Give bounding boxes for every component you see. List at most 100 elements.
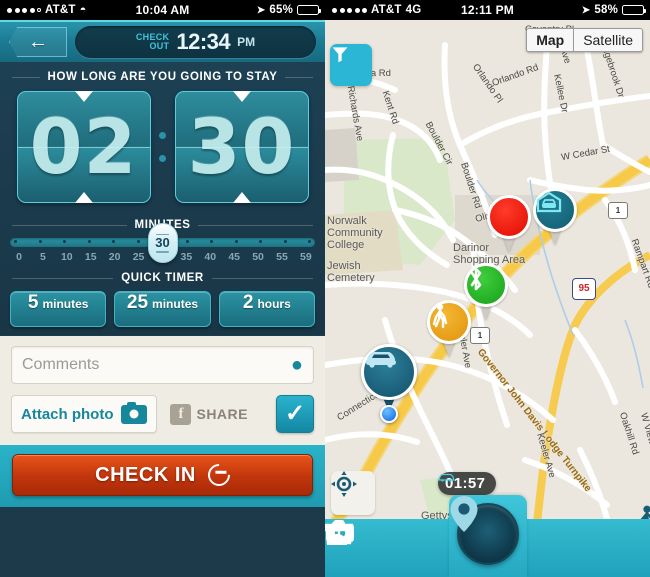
checkout-ampm: PM [237,35,256,49]
filter-button[interactable] [330,44,372,86]
hours-decrement-icon[interactable] [74,192,93,203]
person-icon [327,520,347,545]
left-phone-screen: AT&T ◓ 10:04 AM ➤ 65% ← CHECK OUT 12:34 [0,0,325,577]
left-status-bar: AT&T ◓ 10:04 AM ➤ 65% [0,0,325,20]
duration-title-row: HOW LONG ARE YOU GOING TO STAY [0,71,325,83]
tick-label: 45 [228,251,240,263]
check-in-button[interactable]: CHECK IN [12,454,313,496]
facebook-share-toggle[interactable]: f SHARE [170,403,248,425]
red-dot-icon [487,195,531,239]
rule-right-2 [198,224,314,226]
back-button[interactable]: ← [9,27,67,57]
slider-knob[interactable]: 30 [147,223,178,263]
location-arrow-icon: ➤ [256,4,266,16]
checkout-time-display[interactable]: CHECK OUT 12:34 PM [75,26,316,58]
left-footer: CHECK IN [0,445,325,507]
tick-label: 5 [39,251,46,263]
pedestrian-pin[interactable] [427,300,471,358]
battery-icon [622,5,646,15]
form-actions-row: Attach photo f SHARE ✓ [11,395,314,433]
hours-increment-icon[interactable] [74,91,93,102]
crosshair-icon [331,471,357,497]
battery-icon [297,5,321,15]
quick-timer-2-hours[interactable]: 2 hours [218,291,315,327]
flip-clock: 02 30 [0,91,325,203]
garage-pin[interactable] [533,188,577,246]
minutes-decrement-icon[interactable] [232,192,251,203]
minutes-slider[interactable]: 30 [10,223,315,263]
checkmark-icon: ✓ [284,400,306,427]
duration-title: HOW LONG ARE YOU GOING TO STAY [47,71,278,83]
filter-funnel-icon [332,47,348,63]
right-status-bar: AT&T 4G 12:11 PM ➤ 58% [325,0,650,20]
status-time: 12:11 PM [461,3,514,17]
facebook-icon: f [170,403,192,425]
tick-label: 10 [60,251,73,263]
map-pin-icon[interactable]: ● [291,355,303,375]
tick-label: 20 [108,251,121,263]
tick-label: 25 [132,251,145,263]
comments-placeholder: Comments [22,356,100,373]
minutes-slider-section: MINUTES 30 0 5 10 [0,203,325,263]
rule-right [285,76,314,78]
tick-label: 40 [204,251,217,263]
rule-left-2 [12,224,127,226]
rule-left-3 [12,277,114,279]
parking-timer-badge[interactable]: 01:57 [438,472,497,495]
slider-value: 30 [155,235,170,250]
car-icon [438,473,455,482]
rule-left [12,76,40,78]
flip-colon [151,132,175,162]
checkin-form: Comments ● Attach photo f SHARE ✓ [0,335,325,445]
left-header: ← CHECK OUT 12:34 PM [0,20,325,62]
quick-timer-buttons: 5 minutes 25 minutes 2 hours [0,291,325,327]
tick-label: 35 [180,251,193,263]
minutes-increment-icon[interactable] [232,91,251,102]
right-phone-screen: AT&T 4G 12:11 PM ➤ 58% Orlando Pl Orland… [325,0,650,577]
car-icon [361,344,417,400]
tick-label: 55 [276,251,288,263]
garage-car-icon [533,188,577,232]
camera-icon [121,401,148,424]
checkout-label: CHECK OUT [136,33,170,51]
knob-grip-bottom [156,251,169,253]
share-label: SHARE [196,406,248,422]
pedestrian-icon [427,300,471,344]
attach-photo-label: Attach photo [21,405,114,423]
quick-timer-5-minutes[interactable]: 5 minutes [10,291,107,327]
map-toggle-map[interactable]: Map [527,29,575,51]
map-canvas[interactable]: Coventry Pl Orlando Pl Orlando Rd scilla… [325,20,650,577]
selected-location-pin[interactable] [487,195,531,253]
quick-timer-title: QUICK TIMER [121,272,204,284]
place-label-cemetery: Jewish Cemetery [327,260,375,284]
tick-label: 59 [300,251,312,263]
quick-timer-unit: minutes [42,297,89,311]
confirm-check-button[interactable]: ✓ [276,395,314,433]
map-type-toggle[interactable]: Map Satellite [526,28,643,52]
center-button-ring [450,496,519,565]
tick-label: 15 [84,251,97,263]
comments-field[interactable]: Comments ● [11,346,314,384]
quick-timer-number: 2 [242,292,254,313]
tick-label: 50 [252,251,264,263]
minutes-flip-card[interactable]: 30 [174,91,309,203]
center-pin-tab[interactable] [448,495,527,577]
route-shield-1: 1 [608,202,628,219]
rule-right-3 [211,277,313,279]
quick-timer-title-row: QUICK TIMER [0,272,325,284]
attach-photo-button[interactable]: Attach photo [11,395,158,433]
quick-timer-number: 25 [126,292,149,313]
location-arrow-icon: ➤ [581,4,591,16]
quick-timer-25-minutes[interactable]: 25 minutes [114,291,211,327]
map-toggle-satellite[interactable]: Satellite [574,29,642,51]
quick-timer-number: 5 [27,292,39,313]
hours-flip-card[interactable]: 02 [16,91,151,203]
status-time: 10:04 AM [135,3,190,17]
tick-label: 0 [16,251,22,263]
dual-screenshot: AT&T ◓ 10:04 AM ➤ 65% ← CHECK OUT 12:34 [0,0,650,577]
check-in-label: CHECK IN [95,463,196,486]
quick-timer-unit: hours [257,297,291,311]
place-label-college: Norwalk Community College [327,215,383,251]
checkout-time-value: 12:34 [176,29,231,54]
locate-me-button[interactable] [331,471,375,515]
